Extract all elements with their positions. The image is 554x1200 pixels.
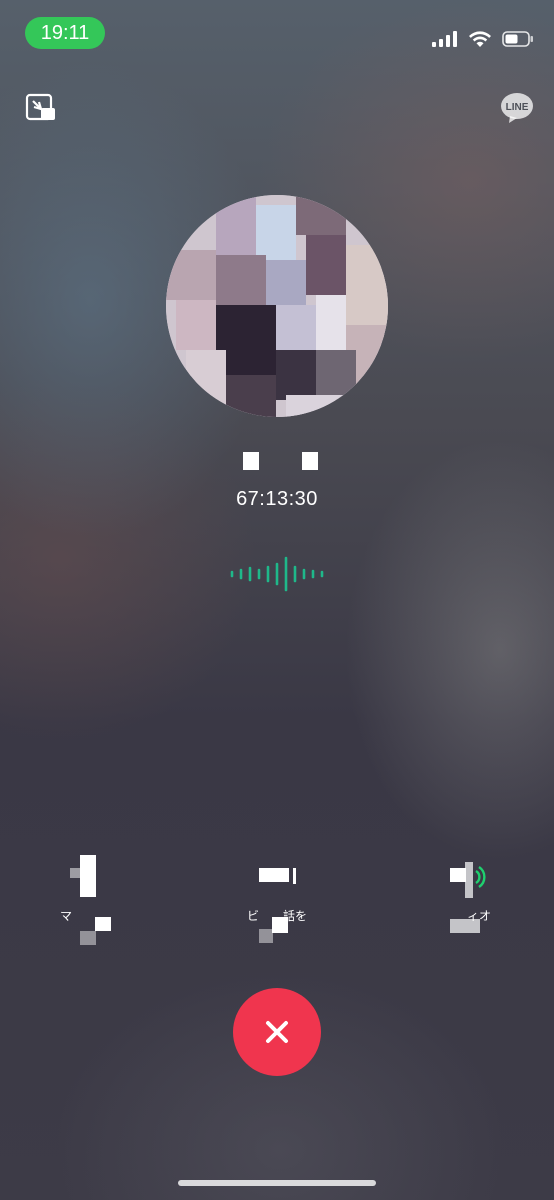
status-icons (432, 30, 534, 48)
call-duration: 67:13:30 (236, 488, 318, 510)
caller-name (0, 450, 554, 474)
status-bar: 19:11 (0, 0, 554, 70)
speaker-button[interactable]: ィオ (405, 850, 525, 953)
caller-name-redaction (243, 452, 259, 470)
caller-avatar (166, 195, 388, 417)
cellular-signal-icon (432, 31, 457, 47)
video-call-button[interactable]: ビ 話を (217, 850, 337, 953)
battery-icon (502, 31, 533, 47)
close-icon (266, 1021, 288, 1043)
mute-label: マ (60, 909, 73, 923)
video-camera-icon (217, 850, 337, 905)
caller-name-redaction (302, 452, 318, 470)
line-logo: LINE (500, 92, 533, 124)
mute-button[interactable]: マ (25, 850, 145, 953)
voice-activity-indicator (230, 556, 324, 592)
home-indicator[interactable] (178, 1180, 376, 1186)
minimize-window-icon (25, 93, 55, 121)
microphone-icon (25, 850, 145, 905)
wifi-icon (469, 31, 491, 47)
call-controls: マ ビ 話を ィオ (0, 850, 554, 950)
speaker-icon (405, 850, 525, 905)
line-logo-text: LINE (506, 102, 529, 113)
minimize-call-button[interactable] (25, 93, 57, 125)
end-call-button[interactable] (233, 988, 321, 1076)
status-time[interactable]: 19:11 (25, 17, 105, 49)
